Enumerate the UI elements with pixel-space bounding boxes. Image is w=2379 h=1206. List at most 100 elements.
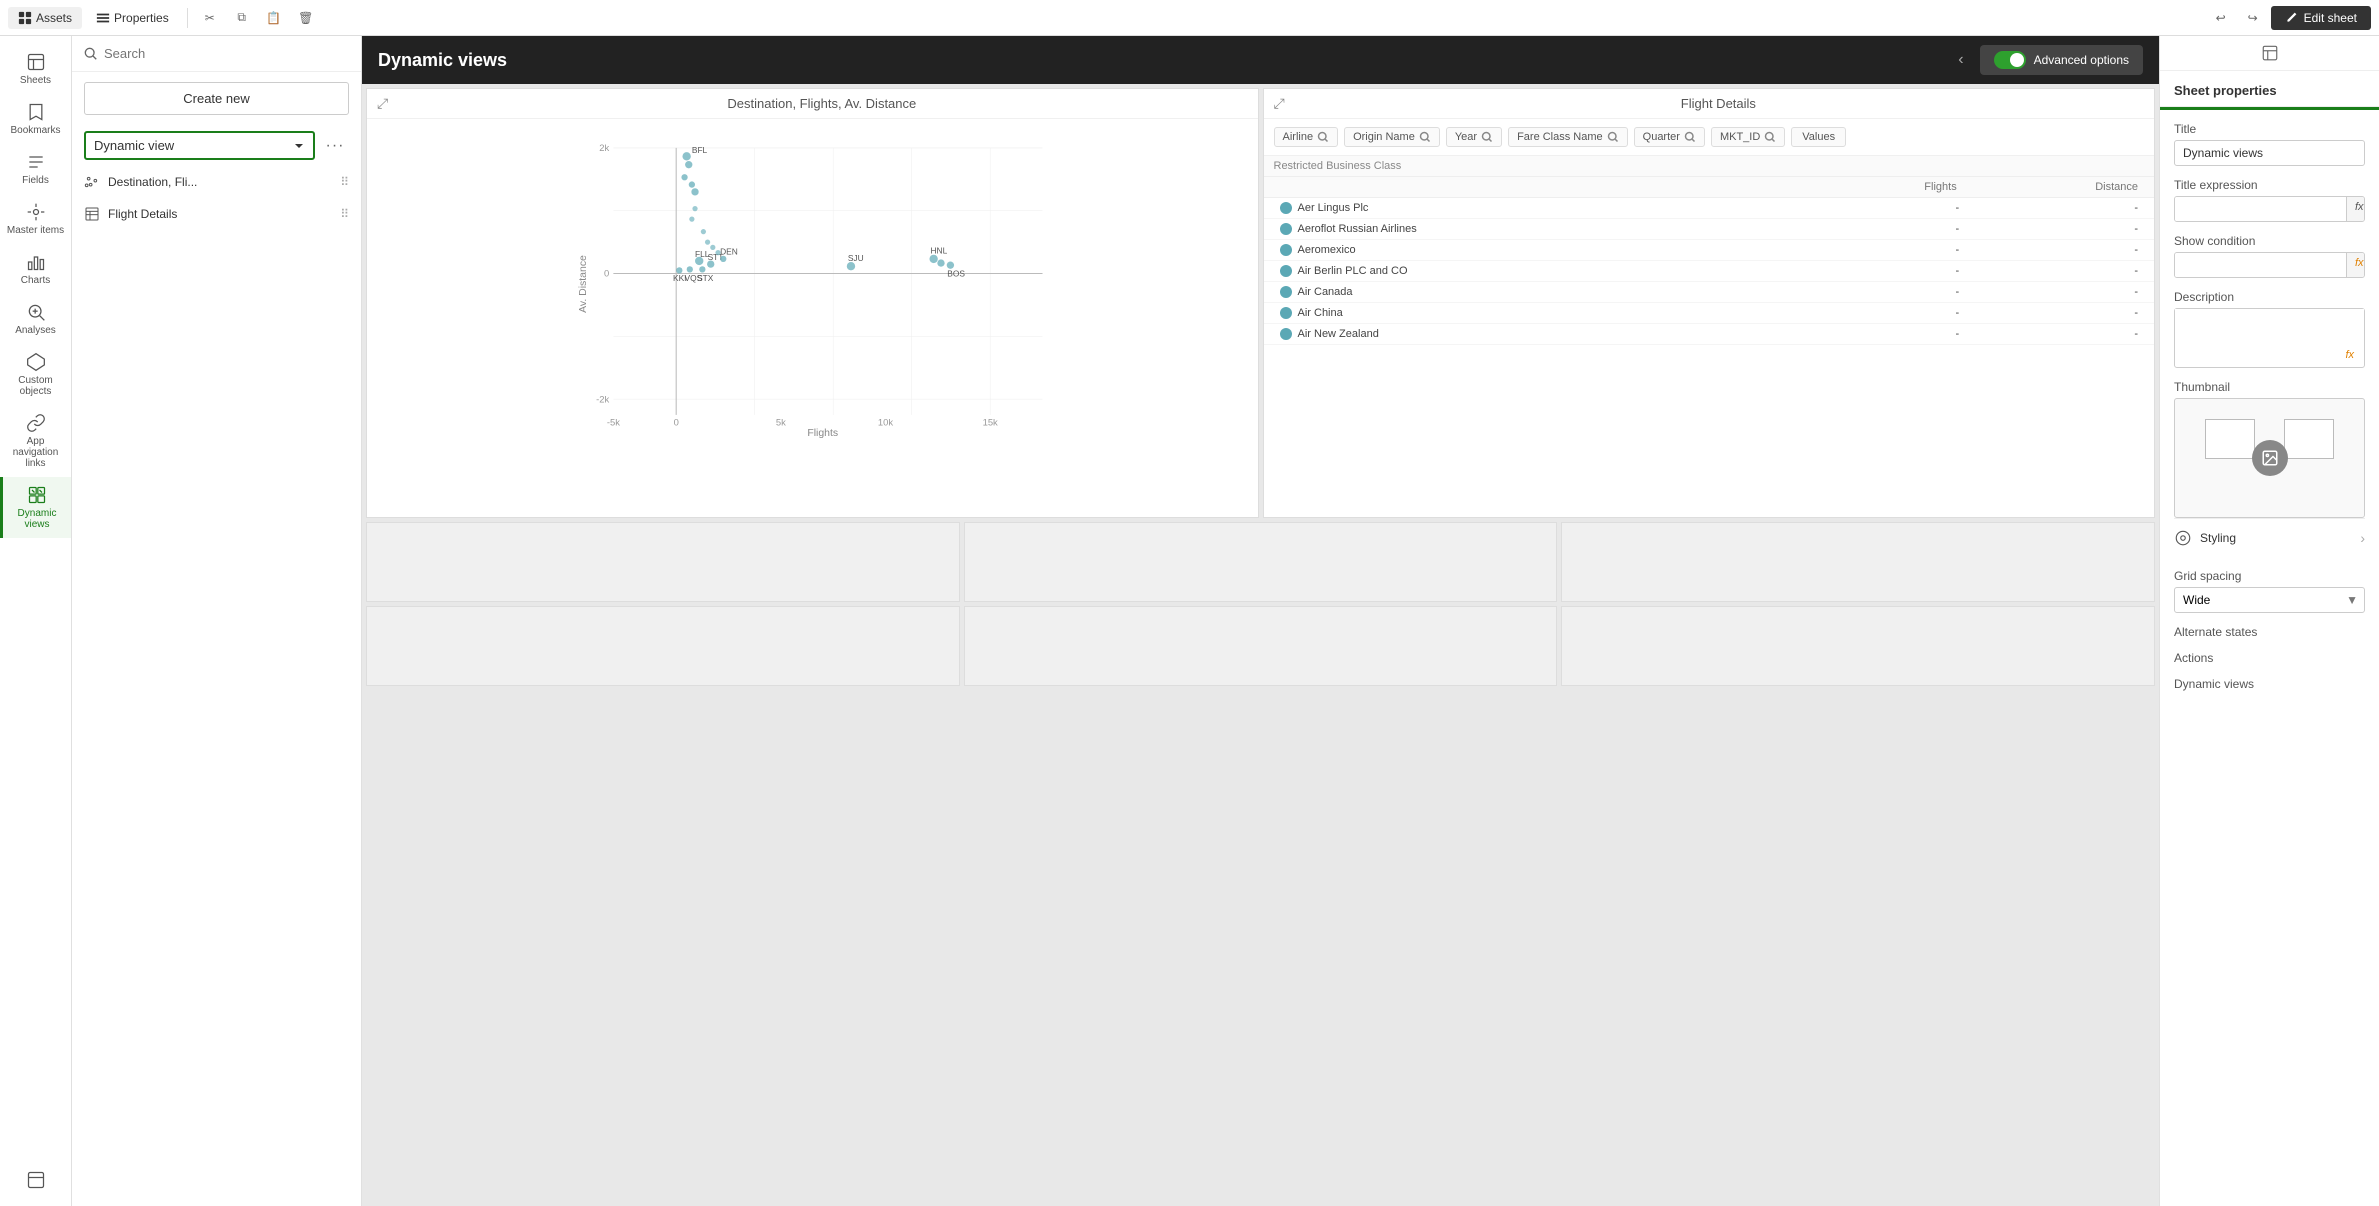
table-viz-title: Flight Details	[1293, 96, 2144, 111]
empty-cell	[366, 522, 960, 602]
copy-btn[interactable]: ⧉	[228, 4, 256, 32]
sidebar-item-charts[interactable]: Charts	[0, 244, 71, 294]
list-item[interactable]: Flight Details ⠿	[72, 198, 361, 230]
custom-objects-label: Custom objects	[4, 375, 67, 397]
row-name: Air New Zealand	[1298, 328, 1379, 340]
filter-chip-fare[interactable]: Fare Class Name	[1508, 127, 1628, 147]
thumbnail-area[interactable]	[2174, 398, 2365, 518]
table-row[interactable]: Aeromexico - -	[1264, 240, 2155, 261]
assets-tab[interactable]: Assets	[8, 7, 82, 29]
title-expression-input[interactable]	[2175, 197, 2346, 221]
row-name: Aer Lingus Plc	[1298, 202, 1369, 214]
table-row[interactable]: Air China - -	[1264, 303, 2155, 324]
scatter-icon	[84, 174, 100, 190]
title-input[interactable]	[2174, 140, 2365, 166]
svg-text:SJU: SJU	[848, 253, 864, 263]
paste-btn[interactable]: 📋	[260, 4, 288, 32]
filter-chip-airline[interactable]: Airline	[1274, 127, 1339, 147]
show-condition-input[interactable]	[2175, 253, 2346, 277]
svg-text:10k: 10k	[878, 416, 893, 427]
filter-label: Fare Class Name	[1517, 131, 1603, 143]
sidebar-item-fields[interactable]: Fields	[0, 144, 71, 194]
table-row[interactable]: Air Berlin PLC and CO - -	[1264, 261, 2155, 282]
table-row[interactable]: Aeroflot Russian Airlines - -	[1264, 219, 2155, 240]
upload-icon	[2261, 449, 2279, 467]
row-distance: -	[1965, 328, 2144, 340]
values-chip[interactable]: Values	[1791, 127, 1846, 147]
alternate-states-label: Alternate states	[2174, 625, 2365, 639]
sidebar-item-master-items[interactable]: Master items	[0, 194, 71, 244]
table-expand-icon[interactable]: ⤢	[1274, 95, 1285, 112]
styling-row[interactable]: Styling ›	[2174, 518, 2365, 557]
list-item[interactable]: Destination, Fli... ⠿	[72, 166, 361, 198]
filter-chip-year[interactable]: Year	[1446, 127, 1502, 147]
sidebar-item-bookmarks[interactable]: Bookmarks	[0, 94, 71, 144]
row-name: Aeromexico	[1298, 244, 1356, 256]
asset-item-grip[interactable]: ⠿	[340, 207, 349, 221]
row-icon	[1280, 265, 1292, 277]
row-icon	[1280, 307, 1292, 319]
sidebar-item-custom-objects[interactable]: Custom objects	[0, 344, 71, 405]
undo-btn[interactable]: ↩	[2207, 4, 2235, 32]
main-layout: Sheets Bookmarks Fields Master items	[0, 36, 2379, 1206]
analyses-label: Analyses	[15, 325, 56, 336]
actions-label: Actions	[2174, 651, 2365, 665]
row-distance: -	[1965, 223, 2144, 235]
description-fx-btn[interactable]: fx	[2337, 345, 2362, 365]
svg-text:Flights: Flights	[807, 428, 838, 439]
dynamic-views-right-label: Dynamic views	[2174, 677, 2365, 691]
fields-icon	[26, 152, 46, 172]
delete-btn[interactable]: 🗑	[292, 4, 320, 32]
bookmarks-label: Bookmarks	[10, 125, 60, 136]
col-distance: Distance	[1963, 181, 2144, 193]
row-icon	[1280, 286, 1292, 298]
table-row[interactable]: Aer Lingus Plc - -	[1264, 198, 2155, 219]
sidebar-item-app-nav[interactable]: App navigation links	[0, 405, 71, 477]
sidebar-item-analyses[interactable]: Analyses	[0, 294, 71, 344]
row-flights: -	[1786, 265, 1965, 277]
collapse-btn[interactable]: ‹	[1958, 51, 1963, 69]
toolbar: Assets Properties ✂ ⧉ 📋 🗑 ↩ ↪ Edit sheet	[0, 0, 2379, 36]
right-panel-body: Title Title expression fx Show condition…	[2160, 110, 2379, 1206]
search-input[interactable]	[104, 46, 349, 61]
edit-sheet-button[interactable]: Edit sheet	[2271, 6, 2371, 30]
search-small-icon	[1764, 131, 1776, 143]
chevron-down-icon	[293, 140, 305, 152]
advanced-options-button[interactable]: Advanced options	[1980, 45, 2143, 75]
sidebar-item-bottom[interactable]	[22, 1162, 50, 1198]
toggle-switch[interactable]	[1994, 51, 2026, 69]
dynamic-views-label: Dynamic views	[7, 508, 67, 530]
table-row[interactable]: Air New Zealand - -	[1264, 324, 2155, 345]
svg-text:DEN: DEN	[720, 247, 738, 257]
description-textarea[interactable]	[2175, 309, 2364, 364]
properties-tab[interactable]: Properties	[86, 7, 179, 29]
title-expression-fx-btn[interactable]: fx	[2346, 197, 2365, 221]
asset-item-label: Destination, Fli...	[108, 175, 332, 189]
row-name: Aeroflot Russian Airlines	[1298, 223, 1417, 235]
app-nav-icon	[26, 413, 46, 433]
dynamic-view-dropdown[interactable]: Dynamic view	[84, 131, 315, 160]
grid-spacing-select[interactable]: Narrow Medium Wide	[2175, 588, 2340, 612]
show-condition-fx-btn[interactable]: fx	[2346, 253, 2365, 277]
search-small-icon	[1419, 131, 1431, 143]
charts-label: Charts	[21, 275, 50, 286]
cut-btn[interactable]: ✂	[196, 4, 224, 32]
edit-icon	[2285, 11, 2298, 24]
redo-btn[interactable]: ↪	[2239, 4, 2267, 32]
row-distance: -	[1965, 307, 2144, 319]
filter-chip-origin[interactable]: Origin Name	[1344, 127, 1440, 147]
scatter-expand-icon[interactable]: ⤢	[377, 95, 388, 112]
thumbnail-upload-icon[interactable]	[2252, 440, 2288, 476]
sidebar-item-sheets[interactable]: Sheets	[0, 44, 71, 94]
create-new-button[interactable]: Create new	[84, 82, 349, 115]
table-row[interactable]: Air Canada - -	[1264, 282, 2155, 303]
empty-cell	[366, 606, 960, 686]
filter-chip-quarter[interactable]: Quarter	[1634, 127, 1705, 147]
filter-chip-mkt[interactable]: MKT_ID	[1711, 127, 1785, 147]
more-options-btn[interactable]: ···	[321, 132, 349, 160]
properties-tab-label: Properties	[114, 11, 169, 25]
filter-label: Quarter	[1643, 131, 1680, 143]
sidebar-item-dynamic-views[interactable]: Dynamic views	[0, 477, 71, 538]
styling-label: Styling	[2200, 531, 2360, 545]
asset-item-grip[interactable]: ⠿	[340, 175, 349, 189]
